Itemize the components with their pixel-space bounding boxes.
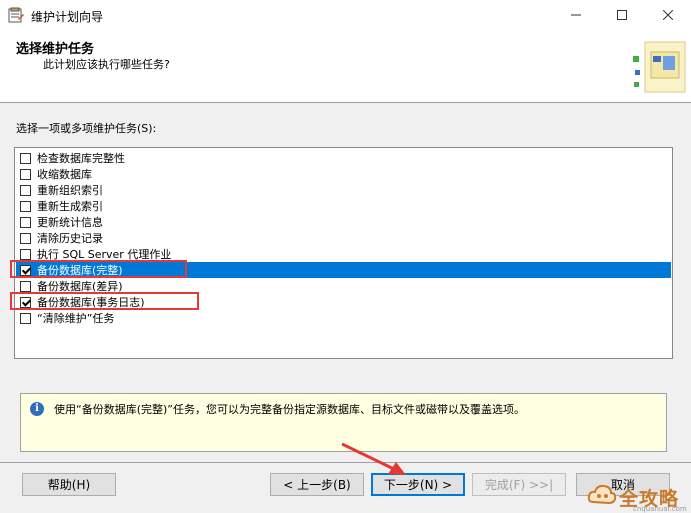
maximize-button[interactable] xyxy=(599,0,645,30)
window-title: 维护计划向导 xyxy=(31,10,104,24)
help-button[interactable]: 帮助(H) xyxy=(22,473,116,496)
task-label: 检查数据库完整性 xyxy=(37,152,125,165)
task-checkbox[interactable] xyxy=(20,216,31,228)
task-label: 备份数据库(完整) xyxy=(37,264,123,277)
task-item[interactable]: 收缩数据库 xyxy=(16,166,671,182)
minimize-icon xyxy=(571,14,581,16)
task-checkbox[interactable] xyxy=(20,280,31,292)
wizard-graphic-icon xyxy=(633,41,686,93)
close-button[interactable] xyxy=(645,0,691,30)
task-item[interactable]: 重新组织索引 xyxy=(16,182,671,198)
task-item[interactable]: 备份数据库(差异) xyxy=(16,278,671,294)
task-checkbox[interactable] xyxy=(20,248,31,260)
task-item-selected[interactable]: 备份数据库(完整) xyxy=(16,262,671,278)
wizard-app-icon xyxy=(8,7,24,23)
task-item[interactable]: “清除维护”任务 xyxy=(16,310,671,326)
task-checkbox[interactable] xyxy=(20,152,31,164)
maximize-icon xyxy=(617,10,627,20)
task-checkbox-checked[interactable] xyxy=(20,264,31,276)
task-description-text: 使用“备份数据库(完整)”任务，您可以为完整备份指定源数据库、目标文件或磁带以及… xyxy=(54,403,525,416)
task-label: 备份数据库(差异) xyxy=(37,280,123,293)
task-label: 重新组织索引 xyxy=(37,184,103,197)
task-checkbox[interactable] xyxy=(20,184,31,196)
task-item[interactable]: 重新生成索引 xyxy=(16,198,671,214)
watermark: 全攻略 cnquanuai.com xyxy=(583,480,691,513)
task-label: 清除历史记录 xyxy=(37,232,103,245)
page-subtitle: 此计划应该执行哪些任务? xyxy=(43,58,170,71)
task-label: 备份数据库(事务日志) xyxy=(37,296,145,309)
task-list[interactable]: 检查数据库完整性 收缩数据库 重新组织索引 重新生成索引 更新统计信息 清除历史… xyxy=(14,147,673,359)
task-checkbox[interactable] xyxy=(20,232,31,244)
wizard-header: 选择维护任务 此计划应该执行哪些任务? xyxy=(0,31,691,103)
task-item[interactable]: 备份数据库(事务日志) xyxy=(16,294,671,310)
task-list-label: 选择一项或多项维护任务(S): xyxy=(16,122,157,135)
task-label: 重新生成索引 xyxy=(37,200,103,213)
minimize-button[interactable] xyxy=(553,0,599,30)
info-icon: i xyxy=(30,402,44,416)
task-label: “清除维护”任务 xyxy=(37,312,115,325)
task-checkbox[interactable] xyxy=(20,200,31,212)
title-bar: 维护计划向导 xyxy=(0,0,691,32)
watermark-cloud-icon xyxy=(587,484,617,505)
annotation-arrow xyxy=(341,442,406,475)
task-item[interactable]: 检查数据库完整性 xyxy=(16,150,671,166)
task-label: 执行 SQL Server 代理作业 xyxy=(37,248,172,261)
task-item[interactable]: 执行 SQL Server 代理作业 xyxy=(16,246,671,262)
finish-button[interactable]: 完成(F) >>| xyxy=(472,473,566,496)
watermark-subtext: cnquanuai.com xyxy=(633,505,687,513)
task-item[interactable]: 清除历史记录 xyxy=(16,230,671,246)
task-label: 收缩数据库 xyxy=(37,168,92,181)
task-item[interactable]: 更新统计信息 xyxy=(16,214,671,230)
page-title: 选择维护任务 xyxy=(16,42,95,57)
close-icon xyxy=(663,10,673,20)
task-checkbox-checked[interactable] xyxy=(20,296,31,308)
task-checkbox[interactable] xyxy=(20,168,31,180)
task-label: 更新统计信息 xyxy=(37,216,103,229)
task-checkbox[interactable] xyxy=(20,312,31,324)
